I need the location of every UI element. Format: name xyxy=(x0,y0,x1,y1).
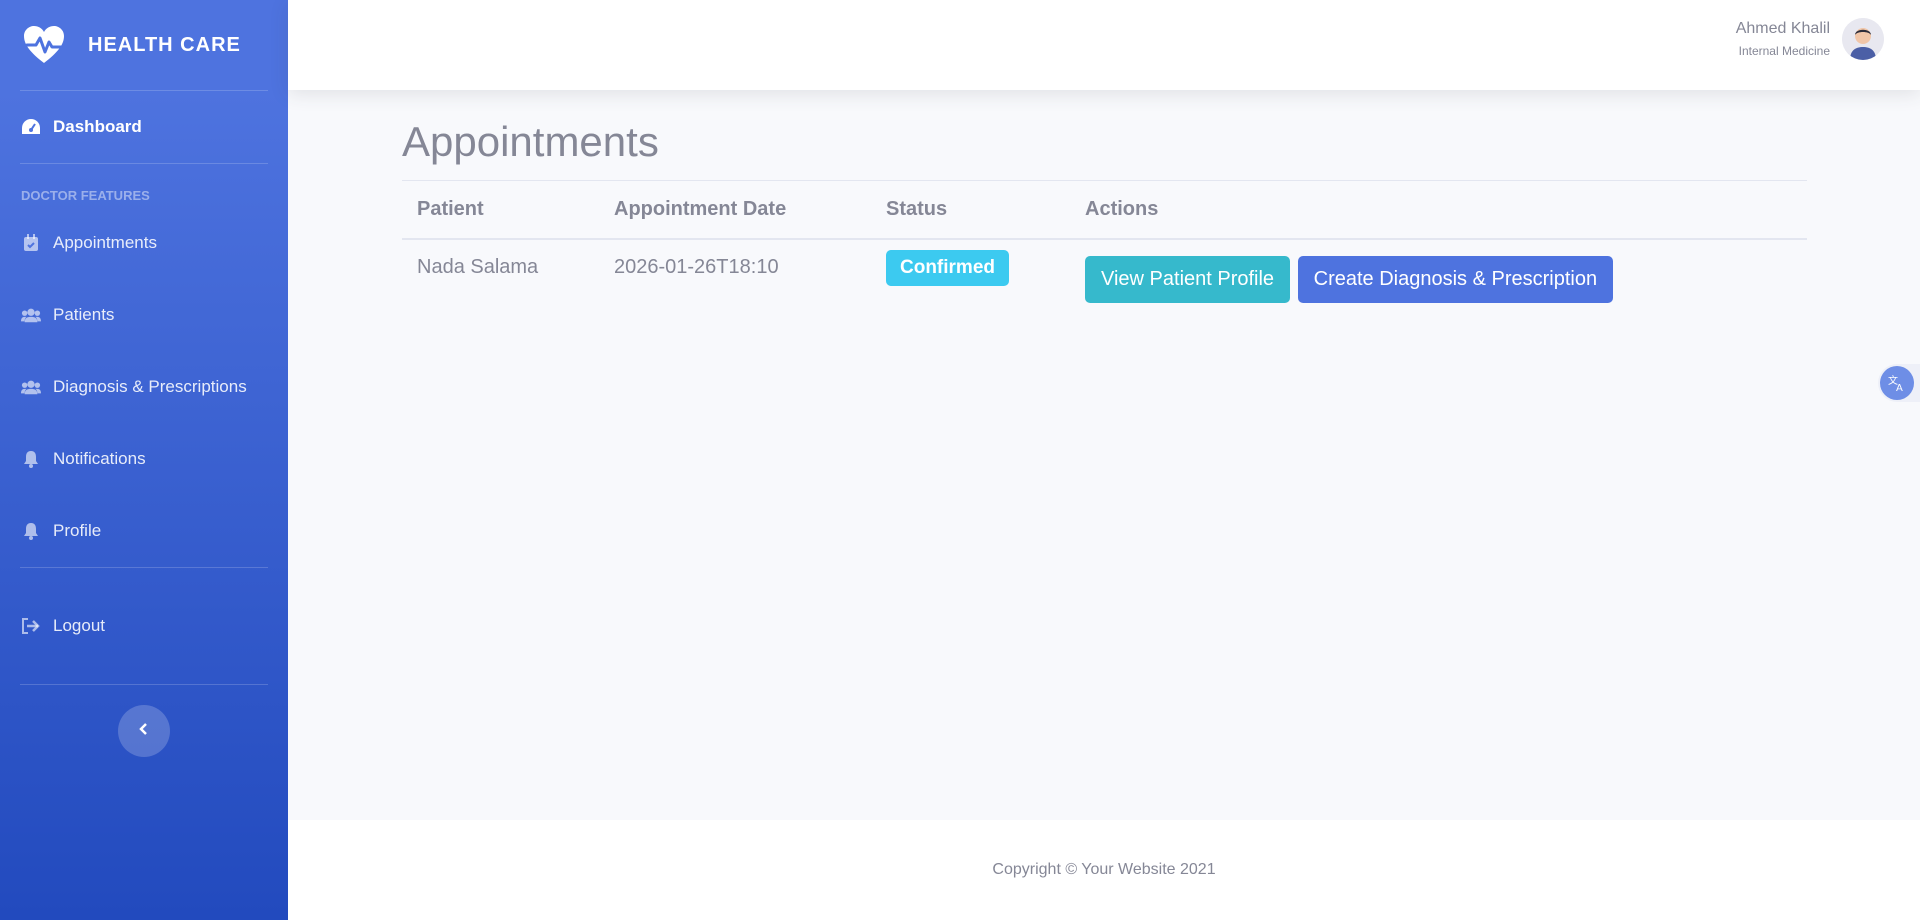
column-header-appointment-date: Appointment Date xyxy=(599,180,871,240)
page-title: Appointments xyxy=(402,118,659,165)
sidebar-item-label: Diagnosis & Prescriptions xyxy=(53,377,247,396)
chevron-left-icon xyxy=(138,722,150,741)
sidebar-item-label: Notifications xyxy=(53,449,146,468)
create-diagnosis-prescription-button[interactable]: Create Diagnosis & Prescription xyxy=(1297,256,1614,303)
column-header-actions: Actions xyxy=(1070,180,1807,240)
sign-out-icon xyxy=(21,616,41,636)
cell-patient: Nada Salama xyxy=(417,256,539,278)
sidebar-divider xyxy=(20,163,268,164)
view-patient-profile-button[interactable]: View Patient Profile xyxy=(1085,256,1291,303)
svg-text:A: A xyxy=(1896,383,1903,393)
status-badge: Confirmed xyxy=(886,250,1009,286)
sidebar-section-heading: DOCTOR FEATURES xyxy=(21,188,150,203)
table-row: Nada Salama 2026-01-26T18:10 Confirmed V… xyxy=(402,239,1807,319)
sidebar-item-logout[interactable]: Logout xyxy=(0,568,288,684)
user-name: Ahmed Khalil xyxy=(1735,20,1830,37)
sidebar-item-label: Logout xyxy=(53,616,105,635)
sidebar-toggle-button[interactable] xyxy=(118,705,170,757)
heartbeat-logo-icon xyxy=(22,23,66,67)
sidebar-item-label: Dashboard xyxy=(53,117,142,136)
users-icon xyxy=(21,377,41,397)
appointments-table: Patient Appointment Date Status Actions … xyxy=(402,180,1807,319)
bell-icon xyxy=(21,521,41,541)
sidebar-item-label: Appointments xyxy=(53,233,157,252)
user-menu[interactable]: Ahmed Khalil Internal Medicine xyxy=(1736,18,1884,60)
brand[interactable]: HEALTH CARE xyxy=(0,0,288,90)
translate-icon: 文A xyxy=(1880,366,1914,400)
sidebar: HEALTH CARE Dashboard DOCTOR FEATURES Ap… xyxy=(0,0,288,920)
cell-actions: View Patient Profile Create Diagnosis & … xyxy=(1070,239,1807,319)
column-header-status: Status xyxy=(871,180,1070,240)
avatar[interactable] xyxy=(1842,18,1884,60)
sidebar-item-dashboard[interactable]: Dashboard xyxy=(0,91,288,163)
user-role: Internal Medicine xyxy=(1738,44,1830,58)
table-header-row: Patient Appointment Date Status Actions xyxy=(402,180,1807,240)
translate-widget[interactable]: 文A xyxy=(1878,364,1920,402)
calendar-check-icon xyxy=(21,233,41,253)
sidebar-item-label: Patients xyxy=(53,305,115,324)
user-info: Ahmed Khalil Internal Medicine xyxy=(1736,20,1830,58)
sidebar-item-appointments[interactable]: Appointments xyxy=(0,207,288,279)
cell-status: Confirmed xyxy=(871,239,1070,319)
column-header-patient: Patient xyxy=(402,180,599,240)
sidebar-divider xyxy=(20,684,268,685)
brand-name: HEALTH CARE xyxy=(88,33,241,56)
topbar: Ahmed Khalil Internal Medicine xyxy=(288,0,1920,90)
users-icon xyxy=(21,305,41,325)
cell-appointment-date: 2026-01-26T18:10 xyxy=(614,256,779,278)
sidebar-item-notifications[interactable]: Notifications xyxy=(0,423,288,495)
sidebar-item-profile[interactable]: Profile xyxy=(0,495,288,567)
copyright-text: Copyright © Your Website 2021 xyxy=(992,861,1216,878)
sidebar-item-label: Profile xyxy=(53,521,102,540)
sidebar-item-diagnosis-prescriptions[interactable]: Diagnosis & Prescriptions xyxy=(0,351,288,423)
main-content: Appointments Patient Appointment Date St… xyxy=(402,118,1807,319)
tachometer-icon xyxy=(21,117,41,137)
bell-icon xyxy=(21,449,41,469)
footer: Copyright © Your Website 2021 xyxy=(288,820,1920,920)
sidebar-item-patients[interactable]: Patients xyxy=(0,279,288,351)
